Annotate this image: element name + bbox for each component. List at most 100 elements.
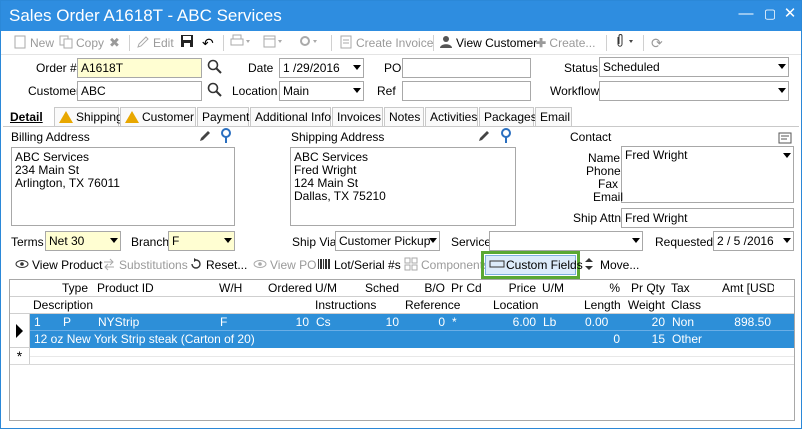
ref-input[interactable]: [402, 81, 531, 101]
search-icon[interactable]: [207, 59, 223, 78]
maximize-button[interactable]: ▢: [760, 4, 780, 24]
po-input[interactable]: [402, 58, 531, 78]
cell-wh[interactable]: F: [217, 314, 265, 331]
save-icon[interactable]: [180, 34, 194, 52]
workflow-select[interactable]: [599, 81, 789, 101]
edit-button[interactable]: Edit: [136, 34, 174, 52]
new-button[interactable]: New: [13, 34, 54, 52]
tab-additional-info[interactable]: Additional Info: [250, 107, 331, 127]
header-pr-cd[interactable]: Pr Cd: [448, 280, 491, 297]
calendar-icon[interactable]: [263, 34, 285, 52]
header-ordered[interactable]: Ordered: [265, 280, 313, 297]
row-header-current[interactable]: [10, 314, 30, 348]
header-wh[interactable]: W/H: [216, 280, 266, 297]
pencil-icon[interactable]: [477, 129, 491, 146]
date-input[interactable]: 1 /29/2016: [279, 58, 364, 78]
cell-class[interactable]: Other: [669, 331, 769, 348]
location-select[interactable]: Main: [279, 81, 364, 101]
custom-fields-button[interactable]: Custom Fields: [485, 255, 583, 275]
substitutions-button[interactable]: Substitutions: [102, 255, 188, 275]
view-product-button[interactable]: View Product: [15, 255, 102, 275]
header-price[interactable]: Price: [490, 280, 540, 297]
ship-via-select[interactable]: Customer Pickup: [335, 231, 440, 251]
cell-type[interactable]: P: [60, 314, 94, 331]
header-bo[interactable]: B/O: [402, 280, 449, 297]
header-instructions[interactable]: Instructions: [312, 297, 403, 314]
close-button[interactable]: ✕: [780, 4, 800, 24]
header-weight[interactable]: Weight: [623, 297, 669, 314]
tab-packages[interactable]: Packages: [479, 107, 537, 127]
header-amount[interactable]: Amt [USD]: [719, 280, 775, 297]
cell-weight[interactable]: 15: [624, 331, 668, 348]
create-invoice-button[interactable]: Create Invoice: [339, 34, 433, 52]
note-icon[interactable]: [778, 132, 792, 147]
cell-length[interactable]: 0: [582, 331, 623, 348]
settings-icon[interactable]: [298, 34, 320, 52]
cell-pr-qty[interactable]: 20: [624, 314, 668, 331]
tab-notes[interactable]: Notes: [384, 107, 424, 127]
line-items-grid[interactable]: Type Product ID W/H Ordered U/M Sched B/…: [9, 279, 795, 421]
create-button[interactable]: ✚ Create...: [536, 34, 595, 52]
shipping-address-box[interactable]: ABC Services Fred Wright 124 Main St Dal…: [290, 147, 516, 226]
undo-icon[interactable]: ↶: [202, 34, 214, 52]
header-length[interactable]: Length: [581, 297, 624, 314]
header-tax[interactable]: Tax: [668, 280, 720, 297]
components-button[interactable]: Components: [404, 255, 489, 275]
tab-email[interactable]: Email: [535, 107, 572, 127]
order-number-input[interactable]: A1618T: [77, 58, 202, 78]
status-select[interactable]: Scheduled: [599, 57, 789, 77]
header-sched[interactable]: Sched: [359, 280, 403, 297]
cell-bo[interactable]: 0: [403, 314, 448, 331]
header-reference[interactable]: Reference: [402, 297, 491, 314]
header-description[interactable]: Description: [30, 297, 313, 314]
cell-um[interactable]: Cs: [313, 314, 359, 331]
header-pr-qty[interactable]: Pr Qty: [623, 280, 669, 297]
cell-price[interactable]: 6.00: [491, 314, 539, 331]
cell-pr-cd[interactable]: *: [449, 314, 490, 331]
cell-ordered[interactable]: 10: [266, 314, 312, 331]
refresh-icon[interactable]: ⟳: [651, 34, 663, 52]
header-product-id[interactable]: Product ID: [94, 280, 217, 297]
map-pin-icon[interactable]: [500, 128, 512, 147]
pencil-icon[interactable]: [198, 129, 212, 146]
tab-customer[interactable]: Customer: [120, 107, 196, 127]
cell-product-id[interactable]: NYStrip: [95, 314, 215, 331]
delete-icon[interactable]: ✖: [109, 34, 120, 52]
terms-select[interactable]: Net 30: [45, 231, 121, 251]
cell-tax[interactable]: Non: [669, 314, 719, 331]
tab-invoices[interactable]: Invoices: [332, 107, 383, 127]
move-button[interactable]: Move...: [583, 255, 639, 275]
attachment-icon[interactable]: [613, 34, 637, 52]
cell-sched[interactable]: 10: [360, 314, 402, 331]
cell-amount[interactable]: 898.50: [720, 314, 774, 331]
cell-line[interactable]: 1: [31, 314, 59, 331]
cell-price-um[interactable]: Lb: [540, 314, 581, 331]
map-pin-icon[interactable]: [220, 128, 232, 147]
cell-percent[interactable]: 0.00: [582, 314, 623, 331]
header-class[interactable]: Class: [668, 297, 794, 314]
header-percent[interactable]: %: [581, 280, 624, 297]
tab-activities[interactable]: Activities: [425, 107, 478, 127]
tab-shipping[interactable]: Shipping: [54, 107, 123, 127]
search-icon[interactable]: [207, 82, 223, 101]
branch-select[interactable]: F: [168, 231, 235, 251]
view-customer-button[interactable]: View Customer: [439, 34, 537, 52]
tab-detail[interactable]: Detail: [5, 107, 53, 127]
new-row-marker[interactable]: *: [10, 348, 30, 365]
header-type[interactable]: Type: [59, 280, 95, 297]
minimize-button[interactable]: —: [736, 4, 756, 24]
header-price-um[interactable]: U/M: [539, 280, 582, 297]
customer-input[interactable]: ABC: [77, 81, 202, 101]
copy-button[interactable]: Copy: [59, 34, 104, 52]
ship-attn-input[interactable]: Fred Wright: [621, 208, 794, 228]
contact-name-select[interactable]: Fred Wright: [621, 146, 794, 203]
reset-button[interactable]: Reset...: [189, 255, 247, 275]
header-um[interactable]: U/M: [312, 280, 360, 297]
print-icon[interactable]: [230, 34, 252, 52]
service-select[interactable]: [489, 231, 643, 251]
view-po-button[interactable]: View PO: [253, 255, 316, 275]
header-location[interactable]: Location: [490, 297, 582, 314]
cell-description[interactable]: 12 oz New York Strip steak (Carton of 20…: [31, 331, 312, 348]
billing-address-box[interactable]: ABC Services 234 Main St Arlington, TX 7…: [11, 147, 235, 226]
tab-payment[interactable]: Payment: [197, 107, 249, 127]
